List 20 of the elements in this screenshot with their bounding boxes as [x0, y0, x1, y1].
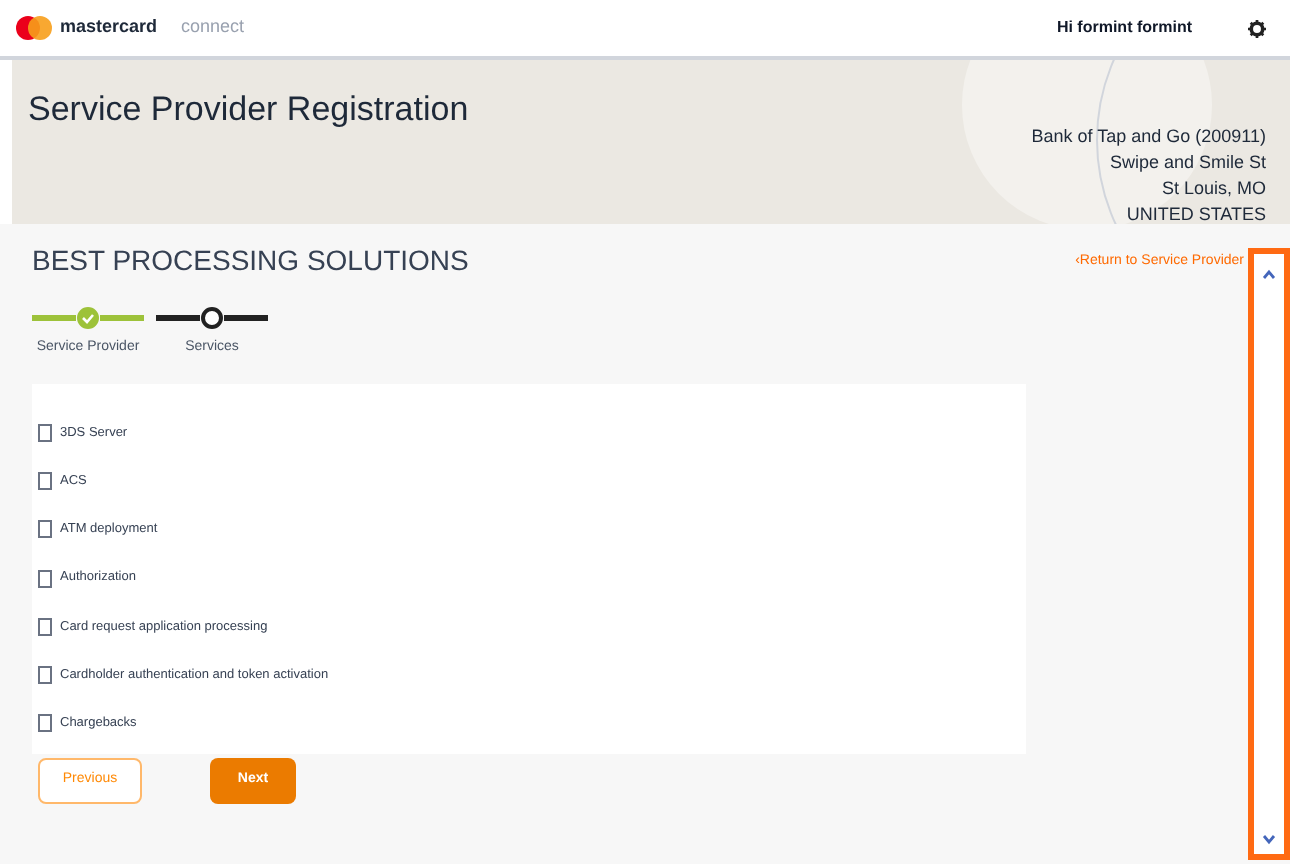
checkbox[interactable]	[38, 472, 52, 491]
logo-icon	[16, 16, 52, 40]
checkbox[interactable]	[38, 423, 52, 442]
address-line: St Louis, MO	[1161, 176, 1266, 202]
scroll-up-icon[interactable]	[1262, 268, 1276, 280]
checkbox[interactable]	[38, 617, 52, 636]
address-line: Bank of Tap and Go (200911)	[1031, 124, 1266, 150]
address-line: Swipe and Smile St	[1109, 150, 1266, 176]
page-title: Service Provider Registration	[28, 88, 469, 132]
checkbox[interactable]	[38, 666, 52, 685]
brand-name: mastercard	[60, 14, 158, 41]
section-title: BEST PROCESSING SOLUTIONS	[32, 242, 469, 280]
checkbox[interactable]	[38, 714, 52, 733]
address-line: UNITED STATES	[1126, 202, 1266, 224]
user-greeting: Hi formint formint	[1056, 16, 1192, 40]
product-name: connect	[181, 14, 245, 41]
checkbox[interactable]	[38, 520, 52, 539]
scroll-down-icon[interactable]	[1262, 834, 1276, 846]
checkbox[interactable]	[38, 569, 52, 588]
settings-icon[interactable]	[1248, 19, 1266, 37]
